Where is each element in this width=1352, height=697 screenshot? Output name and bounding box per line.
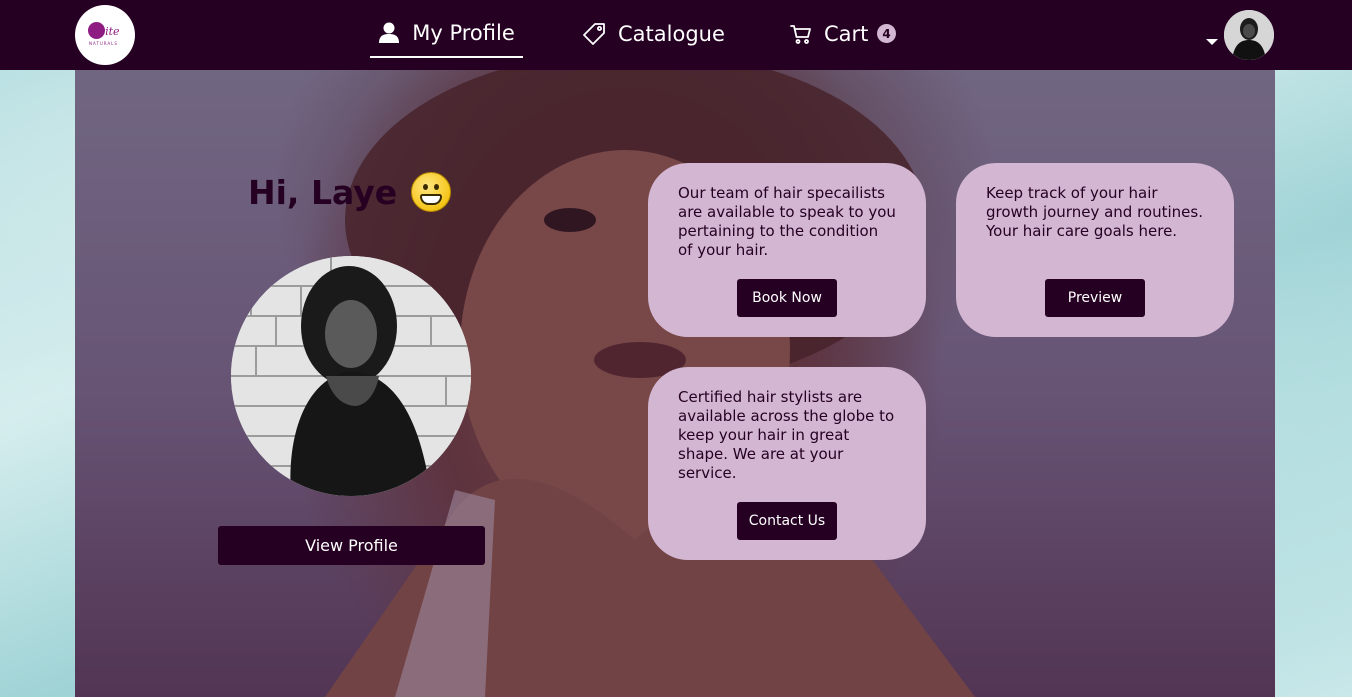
greeting-heading: Hi, Laye (248, 172, 452, 212)
book-now-button[interactable]: Book Now (737, 279, 837, 317)
nav-my-profile[interactable]: My Profile (370, 10, 523, 58)
grinning-emoji-icon (411, 172, 452, 212)
card-text: Certified hair stylists are available ac… (678, 388, 895, 482)
cart-count-badge: 4 (877, 24, 896, 43)
brand-logo[interactable]: Bite NATURALS (75, 5, 135, 65)
greeting-text: Hi, Laye (248, 172, 398, 212)
nav-my-profile-label: My Profile (412, 21, 515, 45)
tag-icon (583, 23, 605, 45)
contact-us-button[interactable]: Contact Us (737, 502, 837, 540)
logo-subtext: NATURALS (89, 41, 118, 46)
nav-catalogue[interactable]: Catalogue (582, 10, 725, 58)
dropdown-caret-icon[interactable] (1206, 39, 1218, 45)
card-hair-journey: Keep track of your hair growth journey a… (956, 163, 1234, 337)
card-text: Keep track of your hair growth journey a… (986, 184, 1203, 240)
nav-catalogue-label: Catalogue (618, 22, 725, 46)
logo-script-text: Bite (97, 25, 120, 38)
profile-photo (231, 256, 471, 496)
card-text: Our team of hair specailists are availab… (678, 184, 896, 259)
top-navbar: Bite NATURALS My Profile Catalogue Cart … (0, 0, 1352, 70)
user-icon (379, 22, 400, 43)
avatar-photo (1224, 10, 1274, 60)
user-avatar[interactable] (1224, 10, 1274, 60)
preview-button[interactable]: Preview (1045, 279, 1145, 317)
nav-cart[interactable]: Cart (790, 10, 868, 58)
card-stylists: Certified hair stylists are available ac… (648, 367, 926, 560)
card-book-consultation: Our team of hair specailists are availab… (648, 163, 926, 337)
view-profile-button[interactable]: View Profile (218, 526, 485, 565)
hero-background: Hi, Laye View Profile Our team of hair s… (75, 70, 1275, 697)
cart-icon (790, 25, 811, 44)
nav-cart-label: Cart (824, 22, 869, 46)
